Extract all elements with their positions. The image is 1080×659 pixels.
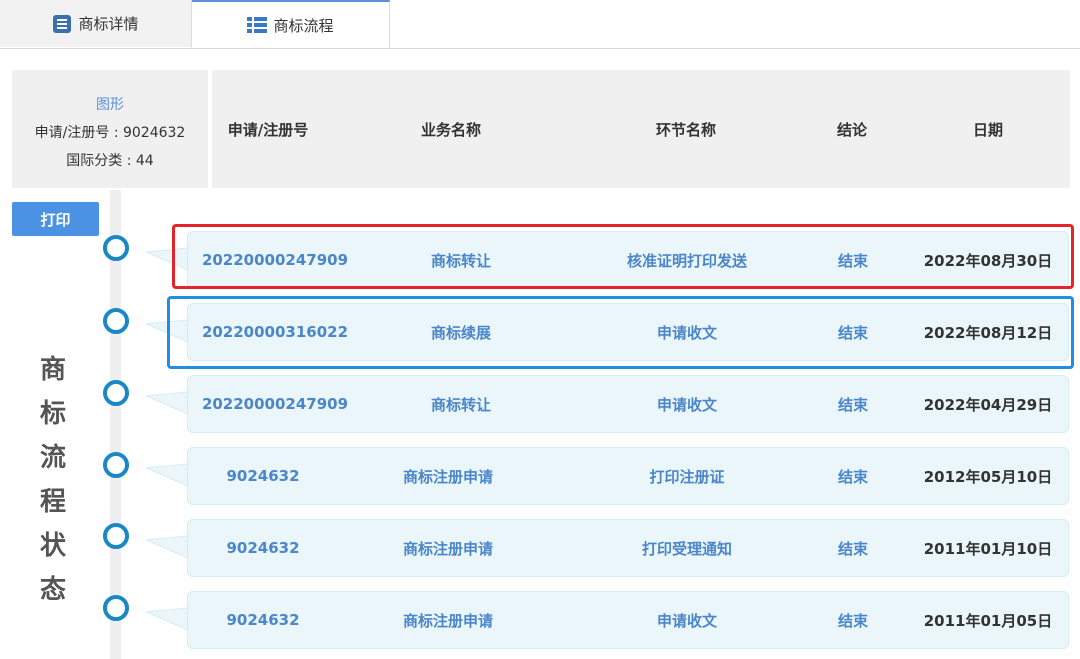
column-header: 申请/注册号: [227, 120, 309, 139]
cell-application-number[interactable]: 9024632: [188, 592, 338, 648]
trademark-flow-page: 商标详情 商标流程 图形 申请/注册号 : 9024632 国际分类 : 44 …: [0, 0, 1080, 659]
cell-application-number[interactable]: 9024632: [188, 448, 338, 504]
title-char: 流: [39, 443, 66, 473]
document-list-icon: [52, 14, 72, 34]
flow-status-vertical-title: 商 标 流 程 状 态: [36, 348, 70, 612]
cell-application-number[interactable]: 20220000247909: [188, 376, 362, 432]
cell-business-name: 商标注册申请: [402, 539, 493, 558]
column-header: 环节名称: [655, 120, 716, 139]
cell-business-name: 商标转让: [430, 395, 491, 414]
tab-trademark-detail[interactable]: 商标详情: [0, 0, 192, 47]
cell-application-number[interactable]: 9024632: [188, 520, 338, 576]
print-button[interactable]: 打印: [12, 202, 99, 236]
title-char: 程: [39, 487, 66, 517]
trademark-info-card: 图形 申请/注册号 : 9024632 国际分类 : 44: [12, 70, 208, 188]
title-char: 状: [39, 531, 66, 561]
registration-number: 申请/注册号 : 9024632: [34, 125, 186, 141]
timeline-node-icon: [103, 308, 129, 334]
cell-date: 2012年05月10日: [923, 467, 1053, 486]
column-header: 业务名称: [420, 120, 481, 139]
cell-step-name: 打印受理通知: [641, 539, 732, 558]
tab-trademark-flow[interactable]: 商标流程: [192, 0, 390, 48]
cell-result: 结束: [837, 467, 868, 486]
tab-bar: 商标详情 商标流程: [0, 0, 1080, 49]
title-char: 态: [39, 575, 66, 605]
cell-step-name: 申请收文: [656, 611, 717, 630]
table-row[interactable]: 9024632 商标注册申请 打印受理通知 结束 2011年01月10日: [187, 519, 1069, 577]
column-header: 结论: [836, 120, 867, 139]
cell-result: 结束: [837, 611, 868, 630]
title-char: 商: [39, 355, 66, 385]
cell-date: 2022年04月29日: [923, 395, 1053, 414]
cell-business-name: 商标注册申请: [402, 611, 493, 630]
title-char: 标: [39, 399, 66, 429]
highlight-box-blue: [167, 296, 1074, 369]
cell-step-name: 打印注册证: [649, 467, 725, 486]
table-header: 申请/注册号 业务名称 环节名称 结论 日期: [212, 70, 1070, 188]
cell-result: 结束: [837, 395, 868, 414]
tab-label: 商标详情: [78, 15, 139, 33]
table-row[interactable]: 20220000247909 商标转让 申请收文 结束 2022年04月29日: [187, 375, 1069, 433]
international-class: 国际分类 : 44: [66, 153, 154, 169]
cell-date: 2011年01月05日: [923, 611, 1053, 630]
trademark-image-link[interactable]: 图形: [12, 94, 208, 114]
table-row[interactable]: 9024632 商标注册申请 打印注册证 结束 2012年05月10日: [187, 447, 1069, 505]
column-header: 日期: [972, 120, 1003, 139]
cell-result: 结束: [837, 539, 868, 558]
timeline-node-icon: [103, 452, 129, 478]
table-row[interactable]: 9024632 商标注册申请 申请收文 结束 2011年01月05日: [187, 591, 1069, 649]
timeline-node-icon: [103, 380, 129, 406]
tab-label: 商标流程: [273, 16, 334, 35]
highlight-box-red: [172, 224, 1074, 289]
timeline-node-icon: [103, 523, 129, 549]
cell-step-name: 申请收文: [656, 395, 717, 414]
cell-date: 2011年01月10日: [923, 539, 1053, 558]
grid-list-icon: [247, 16, 268, 34]
cell-business-name: 商标注册申请: [402, 467, 493, 486]
timeline-node-icon: [103, 235, 129, 261]
timeline-node-icon: [103, 595, 129, 621]
